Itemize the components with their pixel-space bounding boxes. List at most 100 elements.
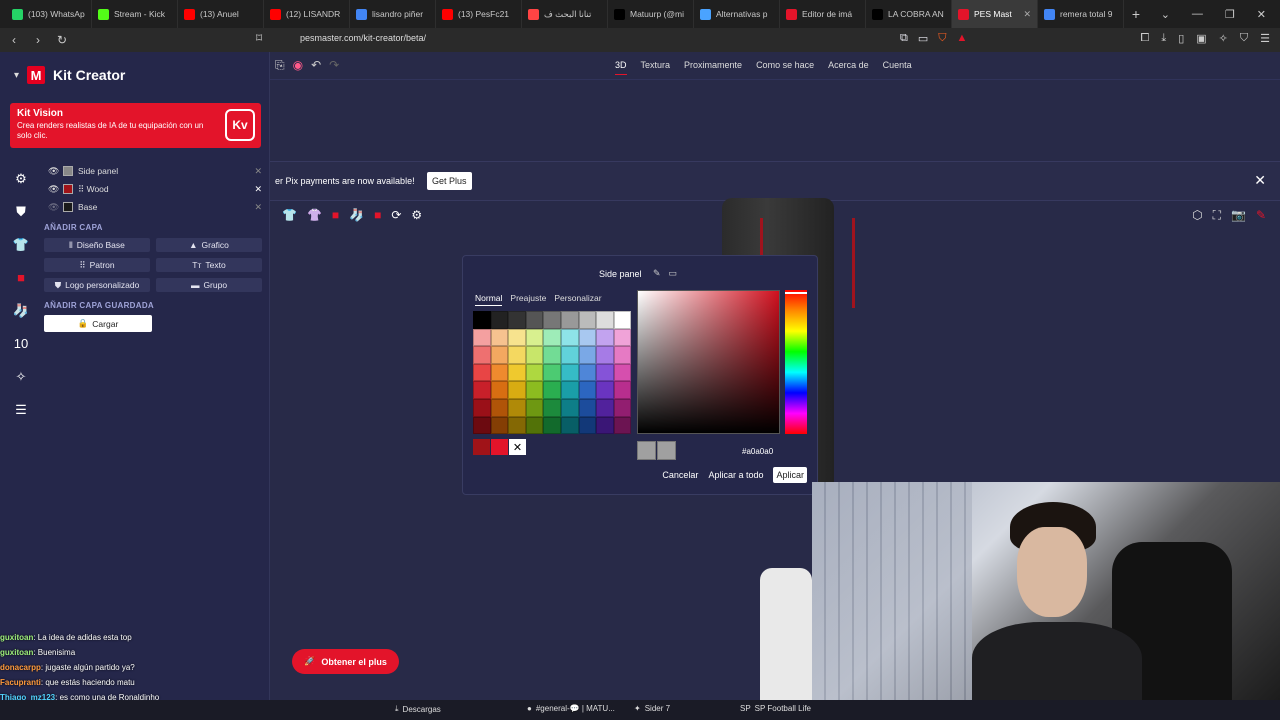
color-swatch[interactable] <box>543 346 561 364</box>
color-swatch[interactable] <box>578 381 597 399</box>
color-swatch[interactable] <box>596 381 614 399</box>
color-swatch[interactable] <box>543 328 561 347</box>
taskbar-item[interactable]: ✦ Sider 7 <box>634 704 670 713</box>
clear-recent-icon[interactable]: ✕ <box>509 439 526 455</box>
color-swatch[interactable] <box>473 363 491 382</box>
camera-icon[interactable]: 📷 <box>1231 208 1246 223</box>
color-swatch[interactable] <box>613 398 632 417</box>
extensions-icon[interactable]: ⧠ <box>1141 32 1150 45</box>
edit-icon[interactable]: ✎ <box>1256 208 1266 223</box>
menu-icon[interactable]: ☰ <box>1260 32 1270 45</box>
fullscreen-icon[interactable]: ⛶ <box>1213 208 1221 223</box>
color-swatch[interactable] <box>508 311 526 329</box>
add-layer-button[interactable]: ⛊ Logo personalizado <box>44 278 150 292</box>
browser-tab[interactable]: (13) Anuel <box>178 0 264 28</box>
color-swatch[interactable] <box>508 398 526 417</box>
hue-marker[interactable] <box>785 292 807 294</box>
kit-vision-promo[interactable]: Kit Vision Crea renders realistas de IA … <box>10 103 261 148</box>
browser-tab[interactable]: Editor de imá <box>780 0 866 28</box>
color-swatch[interactable] <box>473 416 491 435</box>
color-swatch[interactable] <box>525 311 544 329</box>
color-swatch[interactable] <box>543 363 561 382</box>
close-icon[interactable]: ✕ <box>1254 172 1266 189</box>
add-layer-button[interactable]: ▲ Grafico <box>156 238 262 252</box>
color-swatch[interactable] <box>578 311 597 329</box>
browser-tab[interactable]: remera total 9 <box>1038 0 1124 28</box>
new-file-icon[interactable]: ⎘ <box>275 58 285 73</box>
nav-item[interactable]: Como se hace <box>756 60 814 75</box>
browser-tab[interactable]: Alternativas p <box>694 0 780 28</box>
color-swatch[interactable] <box>596 311 614 329</box>
forward-icon[interactable]: › <box>28 33 48 47</box>
toolstrip-item[interactable]: 🧦 <box>13 294 29 327</box>
color-swatch[interactable] <box>508 328 526 347</box>
settings-icon[interactable]: ⚙ <box>411 208 422 222</box>
nav-item[interactable]: Cuenta <box>883 60 912 75</box>
nav-item[interactable]: Proximamente <box>684 60 742 75</box>
color-swatch[interactable] <box>613 363 632 382</box>
browser-tab[interactable]: (13) PesFc21 <box>436 0 522 28</box>
kit-3d-model-lower[interactable] <box>760 568 812 700</box>
color-swatch[interactable] <box>525 328 544 347</box>
color-swatch[interactable] <box>560 311 579 329</box>
color-swatch[interactable] <box>508 381 526 399</box>
picker-tab[interactable]: Normal <box>475 293 503 306</box>
translate-icon[interactable]: ⧉ <box>900 32 908 45</box>
color-swatch[interactable] <box>578 398 597 417</box>
shirt-back-icon[interactable]: 👚 <box>307 208 322 222</box>
browser-tab[interactable]: PES Mast ✕ <box>952 0 1038 28</box>
color-swatch[interactable] <box>613 416 632 435</box>
nav-item[interactable]: 3D <box>615 60 627 75</box>
load-button[interactable]: 🔒 Cargar <box>44 315 152 332</box>
toolstrip-item[interactable]: ✧ <box>16 360 27 393</box>
color-swatch[interactable] <box>490 328 509 347</box>
color-swatch[interactable] <box>596 398 614 417</box>
color-swatch[interactable] <box>490 311 509 329</box>
color-swatch[interactable] <box>543 381 561 399</box>
get-plus-cta[interactable]: 🚀 Obtener el plus <box>292 649 399 674</box>
color-swatch[interactable] <box>560 363 579 382</box>
shorts-icon[interactable]: ■ <box>332 208 339 222</box>
color-swatch[interactable] <box>508 363 526 382</box>
layer-row[interactable]: 👁 Base ✕ <box>48 198 262 216</box>
cancel-button[interactable]: Cancelar <box>662 470 698 480</box>
nav-item[interactable]: Acerca de <box>828 60 869 75</box>
browser-tab[interactable]: lisandro piñer <box>350 0 436 28</box>
picker-tab[interactable]: Preajuste <box>510 293 546 306</box>
add-layer-button[interactable]: ⫴ Diseño Base <box>44 238 150 252</box>
color-swatch[interactable] <box>613 328 632 347</box>
eye-icon[interactable]: 👁 <box>48 184 59 195</box>
toolstrip-item[interactable]: 👕 <box>13 228 29 261</box>
bookmark-icon[interactable]: ⌑ <box>256 31 262 45</box>
sock-icon[interactable]: 🧦 <box>349 208 364 222</box>
cube-icon[interactable]: ⬡ <box>1192 208 1202 223</box>
color-swatch[interactable] <box>473 346 491 364</box>
color-swatch[interactable] <box>560 346 579 364</box>
delete-layer-icon[interactable]: ✕ <box>254 166 262 177</box>
toolstrip-item[interactable]: ⛊ <box>16 195 26 228</box>
monitor-icon[interactable]: ▭ <box>669 268 678 279</box>
hue-slider[interactable] <box>785 290 807 434</box>
color-swatch[interactable] <box>596 363 614 382</box>
get-plus-button[interactable]: Get Plus <box>427 172 472 190</box>
eye-icon[interactable]: 👁 <box>48 202 59 213</box>
ai-icon[interactable]: ✧ <box>1219 32 1228 45</box>
layer-color-swatch[interactable] <box>63 184 73 194</box>
saturation-value-area[interactable] <box>637 290 780 434</box>
color-swatch[interactable] <box>525 416 544 435</box>
color-swatch[interactable] <box>490 416 509 435</box>
taskbar-item[interactable]: ⤓ Descargas <box>395 704 441 714</box>
color-swatch[interactable] <box>473 381 491 399</box>
eye-icon[interactable]: 👁 <box>48 166 59 177</box>
color-swatch[interactable] <box>613 346 632 364</box>
minimize-icon[interactable]: — <box>1192 8 1203 20</box>
color-swatch[interactable] <box>525 398 544 417</box>
color-swatch[interactable] <box>578 363 597 382</box>
back-icon[interactable]: ‹ <box>4 33 24 47</box>
cast-icon[interactable]: ▭ <box>918 32 928 45</box>
toolstrip-item[interactable]: 10 <box>14 327 28 360</box>
close-window-icon[interactable]: ✕ <box>1257 8 1266 21</box>
tab-search-icon[interactable]: ⌄ <box>1161 8 1170 21</box>
color-swatch[interactable] <box>525 381 544 399</box>
color-swatch[interactable] <box>578 416 597 435</box>
